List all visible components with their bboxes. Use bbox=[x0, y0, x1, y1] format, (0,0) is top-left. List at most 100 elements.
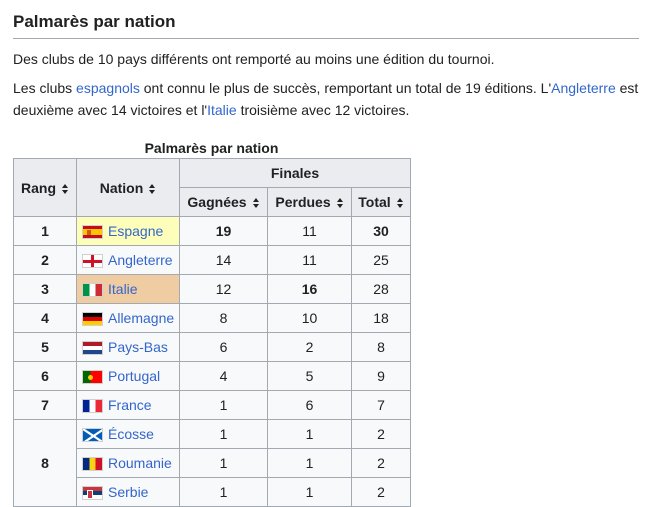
lost-column-header[interactable]: Perdues bbox=[267, 187, 352, 217]
nation-link[interactable]: Serbie bbox=[108, 484, 148, 500]
link-angleterre[interactable]: Angleterre bbox=[551, 80, 616, 96]
lost-cell: 1 bbox=[267, 448, 352, 478]
table-row: 1 Espagne 19 11 30 bbox=[13, 216, 411, 246]
won-cell: 14 bbox=[179, 245, 268, 275]
table-row: 8 Écosse 1 1 2 bbox=[13, 419, 411, 507]
table-row: 6 Portugal 4 5 9 bbox=[13, 361, 411, 391]
palmares-table: Rang Nation Finales Gagnées Perdues Tota… bbox=[13, 158, 411, 507]
rank-cell: 3 bbox=[13, 274, 77, 304]
total-cell: 8 bbox=[351, 332, 411, 362]
won-cell: 8 bbox=[179, 303, 268, 333]
total-cell: 2 bbox=[351, 448, 411, 478]
lost-header-label: Perdues bbox=[275, 194, 331, 210]
sort-icon[interactable] bbox=[396, 198, 404, 209]
nation-column-header[interactable]: Nation bbox=[76, 158, 180, 217]
table-row: 2 Angleterre 14 11 25 bbox=[13, 245, 411, 275]
won-cell: 19 bbox=[179, 216, 268, 246]
nation-link[interactable]: France bbox=[108, 397, 152, 413]
link-italie[interactable]: Italie bbox=[207, 102, 237, 118]
serbia-flag-icon bbox=[82, 486, 103, 501]
sort-icon[interactable] bbox=[252, 198, 260, 209]
section-heading: Palmarès par nation bbox=[13, 0, 639, 39]
nation-link[interactable]: Pays-Bas bbox=[108, 339, 168, 355]
won-cell: 1 bbox=[179, 419, 268, 449]
won-cell: 1 bbox=[179, 390, 268, 420]
lost-cell: 11 bbox=[267, 245, 352, 275]
nation-cell: Écosse bbox=[76, 419, 180, 449]
lost-cell: 11 bbox=[267, 216, 352, 246]
nation-link[interactable]: Roumanie bbox=[108, 455, 172, 471]
table-row: 4 Allemagne 8 10 18 bbox=[13, 303, 411, 333]
germany-flag-icon bbox=[82, 312, 103, 327]
rank-column-header[interactable]: Rang bbox=[13, 158, 77, 217]
total-cell: 9 bbox=[351, 361, 411, 391]
total-cell: 2 bbox=[351, 419, 411, 449]
rank-cell: 8 bbox=[13, 419, 77, 507]
total-cell: 30 bbox=[351, 216, 411, 246]
nation-link[interactable]: Angleterre bbox=[108, 252, 173, 268]
rank-cell: 6 bbox=[13, 361, 77, 391]
rank-cell: 5 bbox=[13, 332, 77, 362]
rank-header-label: Rang bbox=[21, 179, 56, 196]
nation-link[interactable]: Écosse bbox=[108, 426, 154, 442]
total-column-header[interactable]: Total bbox=[351, 187, 411, 217]
won-cell: 1 bbox=[179, 477, 268, 507]
nation-link[interactable]: Italie bbox=[108, 281, 138, 297]
sort-icon[interactable] bbox=[149, 183, 156, 194]
portugal-flag-icon bbox=[82, 370, 103, 385]
england-flag-icon bbox=[82, 254, 103, 269]
won-cell: 6 bbox=[179, 332, 268, 362]
lost-cell: 5 bbox=[267, 361, 352, 391]
nation-cell: Pays-Bas bbox=[76, 332, 180, 362]
sort-icon[interactable] bbox=[62, 183, 69, 194]
won-cell: 12 bbox=[179, 274, 268, 304]
won-column-header[interactable]: Gagnées bbox=[179, 187, 268, 217]
table-caption: Palmarès par nation bbox=[144, 140, 279, 156]
rank-cell: 7 bbox=[13, 390, 77, 420]
scotland-flag-icon bbox=[82, 428, 103, 443]
nation-cell: Angleterre bbox=[76, 245, 180, 275]
rank-cell: 1 bbox=[13, 216, 77, 246]
nation-cell: Italie bbox=[76, 274, 180, 304]
total-cell: 28 bbox=[351, 274, 411, 304]
spain-flag-icon bbox=[82, 225, 103, 240]
romania-flag-icon bbox=[82, 457, 103, 472]
lost-cell: 2 bbox=[267, 332, 352, 362]
nation-cell: Serbie bbox=[76, 477, 180, 507]
lost-cell: 6 bbox=[267, 390, 352, 420]
lost-cell: 16 bbox=[267, 274, 352, 304]
rank-cell: 4 bbox=[13, 303, 77, 333]
total-cell: 7 bbox=[351, 390, 411, 420]
nation-header-label: Nation bbox=[99, 179, 144, 196]
italy-flag-icon bbox=[82, 283, 103, 298]
lost-cell: 1 bbox=[267, 477, 352, 507]
total-cell: 25 bbox=[351, 245, 411, 275]
table-row: 3 Italie 12 16 28 bbox=[13, 274, 411, 304]
rank-cell: 2 bbox=[13, 245, 77, 275]
nation-link[interactable]: Allemagne bbox=[108, 310, 174, 326]
nation-cell: Allemagne bbox=[76, 303, 180, 333]
nation-cell: Roumanie bbox=[76, 448, 180, 478]
total-header-label: Total bbox=[358, 194, 391, 210]
intro-text: troisième avec 12 victoires. bbox=[236, 102, 410, 118]
lost-cell: 1 bbox=[267, 419, 352, 449]
total-cell: 18 bbox=[351, 303, 411, 333]
nation-cell: Espagne bbox=[76, 216, 180, 246]
nation-link[interactable]: Portugal bbox=[108, 368, 160, 384]
total-cell: 2 bbox=[351, 477, 411, 507]
won-header-label: Gagnées bbox=[187, 194, 247, 210]
finals-group-header: Finales bbox=[179, 158, 411, 188]
lost-cell: 10 bbox=[267, 303, 352, 333]
sort-icon[interactable] bbox=[336, 198, 344, 209]
intro-paragraph-2: Les clubs espagnols ont connu le plus de… bbox=[13, 77, 639, 121]
intro-text: Les clubs bbox=[13, 80, 77, 96]
won-cell: 1 bbox=[179, 448, 268, 478]
netherlands-flag-icon bbox=[82, 341, 103, 356]
nation-cell: Portugal bbox=[76, 361, 180, 391]
intro-text: ont connu le plus de succès, remportant … bbox=[139, 80, 552, 96]
nation-link[interactable]: Espagne bbox=[108, 223, 163, 239]
table-header-row: Rang Nation Finales bbox=[13, 158, 411, 217]
link-espagnols[interactable]: espagnols bbox=[76, 80, 140, 96]
table-row: 5 Pays-Bas 6 2 8 bbox=[13, 332, 411, 362]
france-flag-icon bbox=[82, 399, 103, 414]
